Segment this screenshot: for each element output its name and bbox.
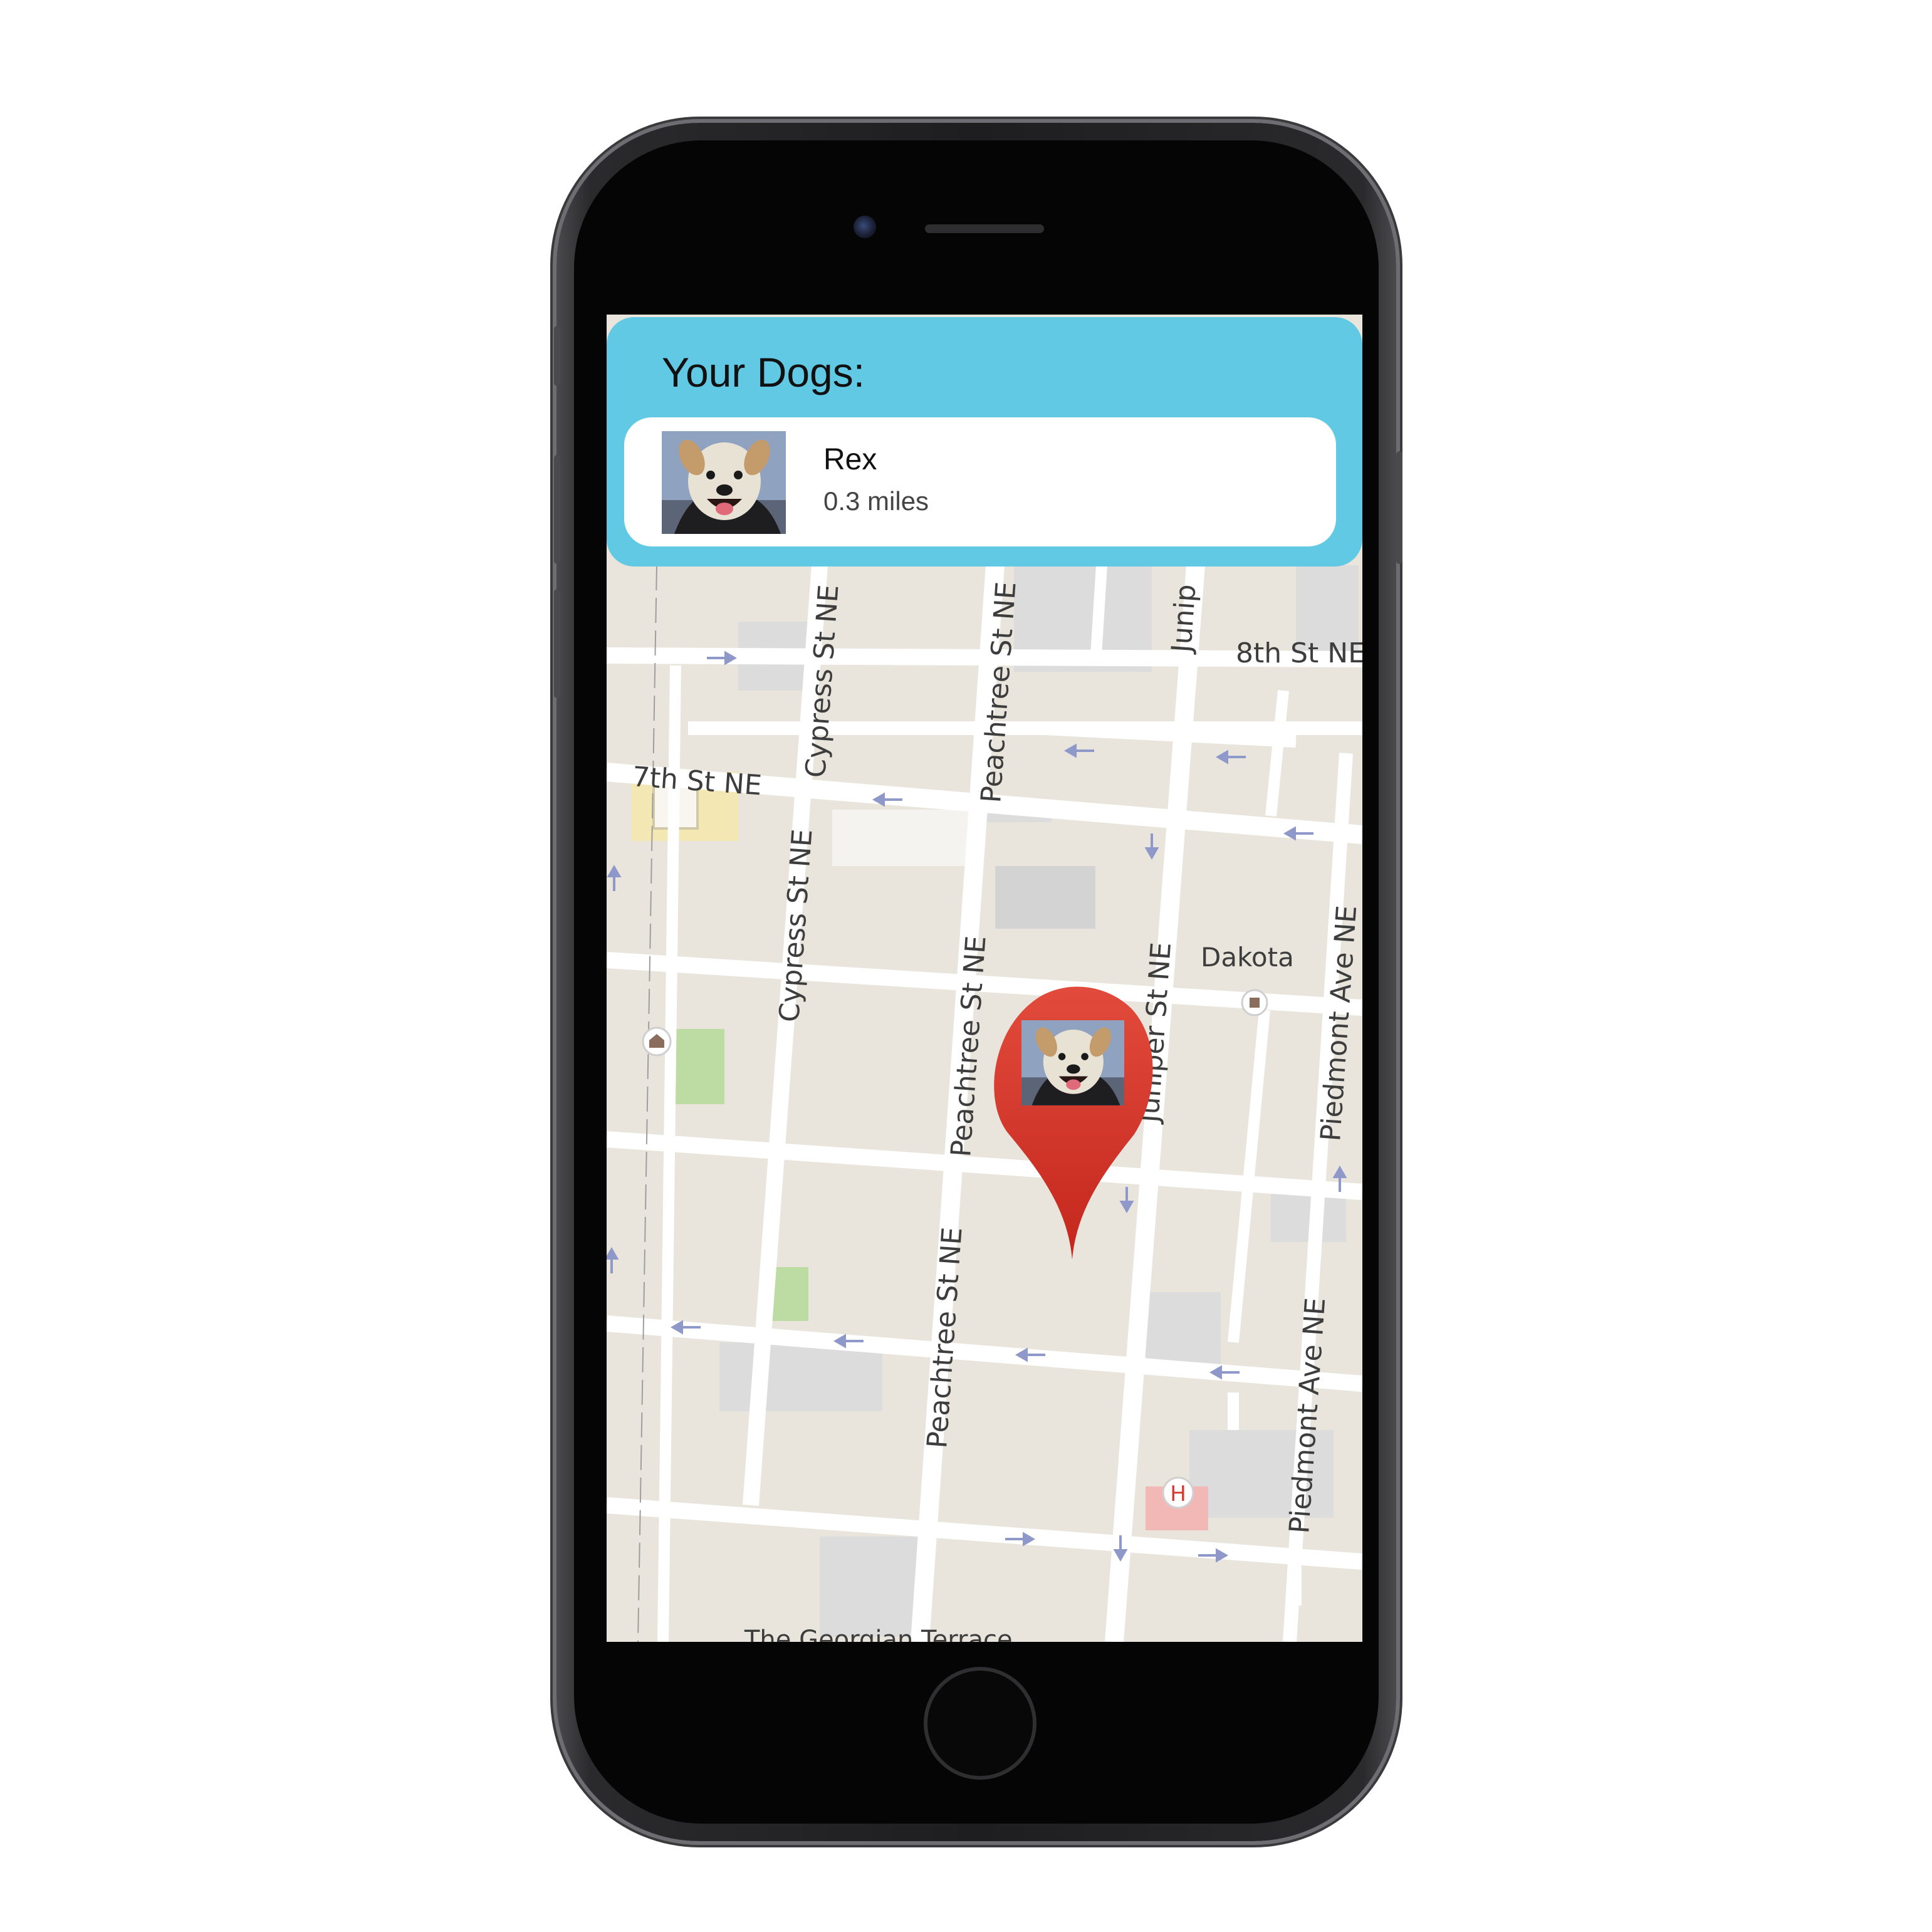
street-label-piedmont-upper: Piedmont Ave NE — [1315, 904, 1362, 1142]
place-label-georgian: The Georgian Terrace — [744, 1626, 1013, 1642]
street-label-cypress-upper: Cypress St NE — [800, 583, 845, 778]
silent-switch — [554, 326, 560, 386]
front-camera — [854, 216, 876, 238]
street-label-juniper-upper: Junip — [1166, 583, 1203, 655]
street-label-peachtree-lower: Peachtree St NE — [921, 1226, 969, 1449]
app-screen: H Cypress St NE Cypress St NE Peachtree … — [607, 315, 1362, 1642]
earpiece-speaker — [925, 224, 1044, 233]
panel-title: Your Dogs: — [662, 349, 865, 395]
pin-dog-photo-icon — [1021, 1020, 1124, 1105]
street-label-eighth: 8th St NE — [1236, 637, 1362, 669]
dog-card-rex[interactable]: Rex 0.3 miles — [624, 417, 1336, 546]
street-label-peachtree-upper: Peachtree St NE — [975, 581, 1023, 804]
place-label-dakota: Dakota — [1201, 942, 1294, 973]
dog-name: Rex — [823, 443, 877, 476]
volume-up-button — [554, 455, 560, 564]
power-button — [1396, 451, 1402, 564]
home-button[interactable] — [924, 1667, 1036, 1780]
dog-location-pin[interactable] — [990, 984, 1154, 1260]
dog-distance: 0.3 miles — [823, 486, 929, 516]
dogs-panel: Your Dogs: Rex 0.3 miles — [607, 317, 1362, 567]
dog-photo-icon — [662, 431, 786, 534]
street-label-cypress-lower: Cypress St NE — [773, 828, 818, 1023]
volume-down-button — [554, 589, 560, 698]
hospital-letter: H — [1170, 1481, 1186, 1506]
street-label-peachtree-mid: Peachtree St NE — [945, 935, 993, 1158]
